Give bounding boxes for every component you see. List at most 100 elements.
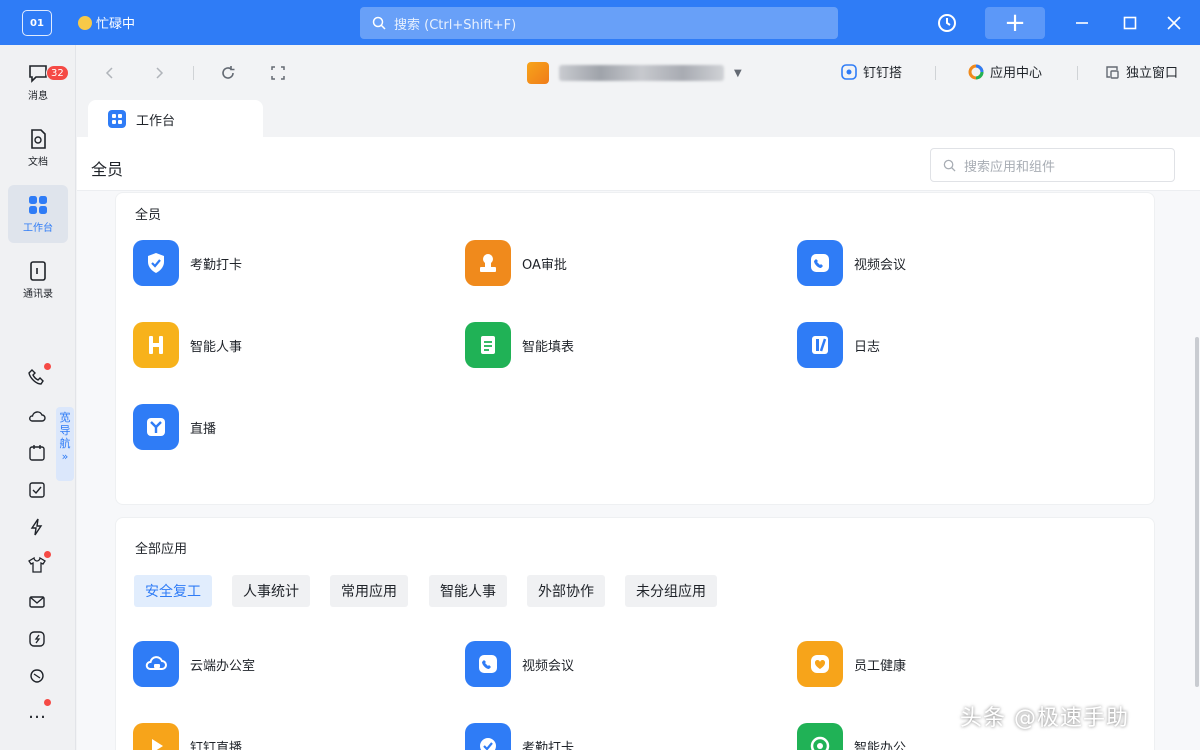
status-indicator[interactable]: 忙碌中 xyxy=(78,13,135,32)
app-employee-health[interactable]: 员工健康 xyxy=(797,641,906,687)
refresh-button[interactable] xyxy=(218,63,238,83)
lightning-icon xyxy=(30,518,43,536)
status-label: 忙碌中 xyxy=(96,17,136,32)
forward-button[interactable] xyxy=(149,63,169,83)
app-label: 智能办公 xyxy=(854,740,907,750)
app-label: 钉钉直播 xyxy=(190,740,243,750)
minimize-button[interactable] xyxy=(1071,12,1093,34)
cloud-office-icon xyxy=(133,641,179,687)
content-scrollbar[interactable] xyxy=(1195,337,1199,687)
history-icon[interactable] xyxy=(936,12,958,34)
app-smart-office[interactable]: 智能办公 xyxy=(797,723,906,750)
app-cloud-office[interactable]: 云端办公室 xyxy=(133,641,255,687)
chip-safe-resume[interactable]: 安全复工 xyxy=(134,575,212,607)
global-search-input[interactable]: 搜索 (Ctrl+Shift+F) xyxy=(360,7,838,39)
mail-icon xyxy=(29,596,45,608)
app-label: OA审批 xyxy=(522,257,567,273)
gift-button[interactable] xyxy=(26,665,48,687)
standalone-window-icon xyxy=(1106,65,1119,79)
page-title: 全员 xyxy=(91,160,124,179)
fullscreen-button[interactable] xyxy=(268,63,288,83)
rail-item-workbench[interactable]: 工作台 xyxy=(8,185,68,243)
app-log[interactable]: 日志 xyxy=(797,322,880,368)
dingda-link[interactable]: 钉钉搭 xyxy=(841,62,902,81)
app-center-link[interactable]: 应用中心 xyxy=(968,62,1042,81)
chip-hr-stats[interactable]: 人事统计 xyxy=(232,575,310,607)
title-bar: 01 忙碌中 搜索 (Ctrl+Shift+F) + xyxy=(0,0,1200,45)
call-button[interactable] xyxy=(26,363,51,388)
app-label: 视频会议 xyxy=(854,257,907,273)
close-button[interactable] xyxy=(1163,12,1185,34)
app-center-label: 应用中心 xyxy=(990,66,1043,81)
chip-common-apps[interactable]: 常用应用 xyxy=(330,575,408,607)
fullscreen-icon xyxy=(271,66,285,80)
compass-icon xyxy=(29,631,45,647)
app-label: 云端办公室 xyxy=(190,658,256,674)
video-call-icon xyxy=(797,240,843,286)
app-label: 考勤打卡 xyxy=(190,257,243,273)
content-header: 全员 搜索应用和组件 xyxy=(77,137,1200,191)
app-live[interactable]: 直播 xyxy=(133,404,216,450)
all-staff-section: 全员 考勤打卡 OA审批 视频会议 智能人事 智能填表 日志 直播 xyxy=(115,192,1155,505)
rail-item-label: 消息 xyxy=(28,91,48,102)
todo-button[interactable] xyxy=(26,479,48,501)
rail-item-docs[interactable]: 文档 xyxy=(8,119,68,177)
app-oa-approval[interactable]: OA审批 xyxy=(465,240,567,286)
search-icon xyxy=(943,159,956,172)
maximize-button[interactable] xyxy=(1119,12,1141,34)
app-attendance[interactable]: 考勤打卡 xyxy=(133,240,242,286)
tshirt-button[interactable] xyxy=(26,551,51,576)
rail-item-messages[interactable]: 消息 32 xyxy=(8,53,69,111)
app-label: 智能人事 xyxy=(190,339,243,355)
more-button[interactable]: … xyxy=(26,699,51,724)
app-label: 日志 xyxy=(854,339,881,355)
flash-button[interactable] xyxy=(26,628,48,650)
workbench-tab-icon xyxy=(108,110,126,128)
calendar-button[interactable] xyxy=(26,442,48,464)
cloud-icon xyxy=(29,411,46,422)
minimize-icon xyxy=(1076,22,1088,24)
chip-smart-hr[interactable]: 智能人事 xyxy=(429,575,507,607)
rail-item-label: 工作台 xyxy=(23,223,53,234)
dingda-icon xyxy=(841,63,857,80)
chip-external-collab[interactable]: 外部协作 xyxy=(527,575,605,607)
app-center-icon xyxy=(968,64,984,79)
app-ding-live[interactable]: 钉钉直播 xyxy=(133,723,242,750)
shield-check-icon xyxy=(133,240,179,286)
tab-label: 工作台 xyxy=(136,113,176,129)
contacts-icon xyxy=(30,261,46,281)
add-button[interactable]: + xyxy=(985,7,1045,39)
maximize-icon xyxy=(1123,16,1137,30)
organization-switcher[interactable]: ▼ xyxy=(527,62,742,84)
app-video-meeting[interactable]: 视频会议 xyxy=(465,641,574,687)
rail-item-contacts[interactable]: 通讯录 xyxy=(8,251,68,309)
app-attendance[interactable]: 考勤打卡 xyxy=(465,723,574,750)
dingda-label: 钉钉搭 xyxy=(863,66,903,81)
tab-workbench[interactable]: 工作台 xyxy=(88,100,263,138)
cloud-drive-button[interactable] xyxy=(26,405,48,427)
rail-item-label: 文档 xyxy=(28,157,48,168)
section-title: 全员 xyxy=(135,208,162,223)
log-icon xyxy=(797,322,843,368)
document-icon xyxy=(31,129,46,149)
check-circle-icon xyxy=(465,723,511,750)
wide-nav-char: 航 xyxy=(59,437,71,450)
back-button[interactable] xyxy=(100,63,120,83)
app-search-input[interactable]: 搜索应用和组件 xyxy=(930,148,1175,182)
global-search-placeholder: 搜索 (Ctrl+Shift+F) xyxy=(394,17,517,33)
app-smart-hr[interactable]: 智能人事 xyxy=(133,322,242,368)
more-icon: … xyxy=(28,702,46,723)
standalone-window-label: 独立窗口 xyxy=(1126,66,1179,81)
app-video-meeting[interactable]: 视频会议 xyxy=(797,240,906,286)
ding-button[interactable] xyxy=(26,516,48,538)
mail-button[interactable] xyxy=(26,591,48,613)
workbench-content: 全员 搜索应用和组件 全员 考勤打卡 OA审批 视频会议 智能人事 智能填表 日… xyxy=(77,137,1200,750)
app-logo[interactable]: 01 xyxy=(22,10,52,36)
calendar-icon xyxy=(29,445,45,461)
app-label: 视频会议 xyxy=(522,658,575,674)
app-smart-form[interactable]: 智能填表 xyxy=(465,322,574,368)
chip-ungrouped-apps[interactable]: 未分组应用 xyxy=(625,575,717,607)
wide-nav-toggle[interactable]: 宽 导 航 » xyxy=(56,407,74,481)
standalone-window-link[interactable]: 独立窗口 xyxy=(1104,62,1178,81)
live-stream-icon xyxy=(133,723,179,750)
